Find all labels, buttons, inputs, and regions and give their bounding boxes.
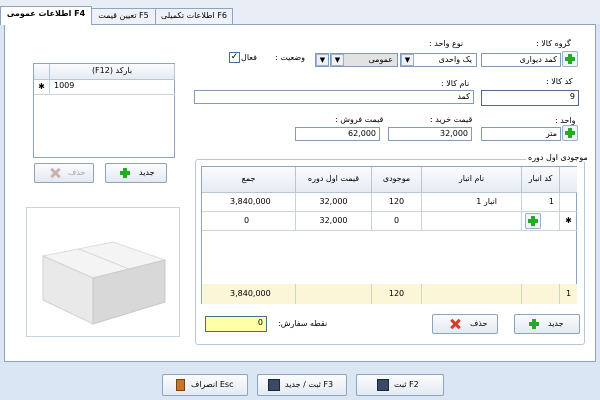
- sale-price-field[interactable]: 62,000: [295, 127, 380, 141]
- stock-cell[interactable]: 0: [372, 212, 422, 231]
- warehouse-name-cell[interactable]: [422, 212, 522, 231]
- item-group-label: گروه کالا :: [536, 39, 571, 48]
- sale-price-label: قیمت فروش :: [335, 115, 384, 124]
- plus-icon: [528, 216, 538, 226]
- unit-extra-dropdown[interactable]: ▼: [315, 53, 329, 67]
- add-item-group-button[interactable]: [562, 51, 578, 67]
- opening-inventory-title: موجودی اول دوره: [526, 153, 590, 162]
- warehouse-name-column-header: نام انبار: [422, 167, 522, 193]
- product-image: [26, 207, 180, 337]
- stock-column-header: موجودی: [372, 167, 422, 193]
- row-indicator: [560, 193, 577, 212]
- button-label: حذف: [470, 319, 488, 328]
- total-column-header: جمع: [202, 167, 296, 193]
- barcode-delete-button[interactable]: حذف: [34, 163, 94, 183]
- purchase-price-label: قیمت خرید :: [430, 115, 473, 124]
- stock-cell[interactable]: 120: [372, 193, 422, 212]
- unit-label: واحد :: [555, 116, 576, 125]
- footer-total: 3,840,000: [202, 284, 296, 304]
- tab-extra-info[interactable]: اطلاعات تکمیلی F6: [155, 8, 233, 24]
- barcode-new-button[interactable]: جدید: [105, 163, 167, 183]
- unit-type-select[interactable]: یک واحدی ▼: [400, 53, 477, 67]
- save-button[interactable]: ثبت F2: [356, 374, 444, 396]
- purchase-price-field[interactable]: 32,000: [388, 127, 472, 141]
- opening-price-cell[interactable]: 32,000: [296, 212, 372, 231]
- item-group-field[interactable]: کمد دیواری: [481, 53, 561, 67]
- inventory-delete-button[interactable]: حذف: [432, 314, 498, 334]
- unit-type-label: نوع واحد :: [429, 39, 464, 48]
- tab-label: اطلاعات عمومی F4: [6, 9, 86, 18]
- general-info-panel: گروه کالا : کمد دیواری نوع واحد : یک واح…: [4, 24, 596, 362]
- footer-cell: [422, 284, 522, 304]
- new-row-marker: ✱: [34, 80, 50, 95]
- button-label: جدید: [139, 168, 155, 177]
- item-name-label: نام کالا :: [441, 79, 470, 88]
- button-label: انصراف Esc: [191, 380, 234, 389]
- warehouse-code-cell[interactable]: [522, 212, 560, 231]
- save-new-button[interactable]: ثبت / جدید F3: [257, 374, 347, 396]
- inventory-new-button[interactable]: جدید: [514, 314, 580, 334]
- add-warehouse-button[interactable]: [525, 213, 541, 229]
- chevron-down-icon[interactable]: ▼: [401, 54, 414, 66]
- total-cell[interactable]: 3,840,000: [202, 193, 296, 212]
- unit-category-value: عمومی: [368, 55, 393, 64]
- reorder-point-label: نقطه سفارش:: [278, 319, 328, 328]
- item-name-field[interactable]: کمد: [194, 90, 474, 104]
- save-disk-icon: [268, 379, 280, 391]
- tab-bar: اطلاعات عمومی F4 تعیین قیمت F5 اطلاعات ت…: [0, 0, 600, 25]
- new-row-marker: ✱: [560, 212, 577, 231]
- footer-stock: 120: [372, 284, 422, 304]
- item-code-field[interactable]: 9: [481, 90, 579, 106]
- unit-type-value: یک واحدی: [438, 55, 472, 64]
- opening-price-column-header: قیمت اول دوره: [296, 167, 372, 193]
- plus-icon: [565, 54, 575, 64]
- exit-door-icon: [176, 379, 185, 391]
- footer-cell: [296, 284, 372, 304]
- warehouse-name-cell[interactable]: انبار 1: [422, 193, 522, 212]
- action-bar: انصراف Esc ثبت / جدید F3 ثبت F2: [0, 362, 600, 400]
- footer-cell: [522, 284, 560, 304]
- total-cell[interactable]: 0: [202, 212, 296, 231]
- footer-row-count: 1: [560, 284, 577, 304]
- reorder-point-field[interactable]: 0: [205, 316, 267, 332]
- opening-price-cell[interactable]: 32,000: [296, 193, 372, 212]
- plus-icon: [529, 319, 539, 329]
- item-code-label: کد کالا :: [546, 77, 573, 86]
- save-disk-icon: [377, 379, 389, 391]
- unit-field[interactable]: متر: [481, 127, 561, 141]
- row-indicator-header: [560, 167, 577, 193]
- tab-label: اطلاعات تکمیلی F6: [161, 11, 227, 20]
- opening-inventory-grid: جمع قیمت اول دوره موجودی نام انبار کد ان…: [201, 166, 577, 304]
- button-label: ثبت F2: [394, 380, 419, 389]
- plus-icon: [120, 168, 130, 178]
- box-image: [41, 241, 167, 325]
- tab-label: تعیین قیمت F5: [98, 11, 149, 20]
- status-label: وضعیت :: [275, 53, 306, 62]
- status-checkbox-label: فعال: [241, 53, 257, 62]
- cancel-button[interactable]: انصراف Esc: [162, 374, 248, 396]
- chevron-down-icon[interactable]: ▼: [331, 54, 344, 66]
- tab-pricing[interactable]: تعیین قیمت F5: [91, 8, 156, 24]
- button-label: حذف: [68, 168, 86, 177]
- warehouse-code-cell[interactable]: 1: [522, 193, 560, 212]
- delete-icon: [50, 168, 60, 178]
- button-label: ثبت / جدید F3: [285, 380, 334, 389]
- tab-general-info[interactable]: اطلاعات عمومی F4: [0, 6, 92, 25]
- chevron-down-icon[interactable]: ▼: [316, 54, 328, 66]
- row-indicator-header: [34, 64, 50, 80]
- barcode-grid: (F12) بارکد ✱ 1009: [33, 63, 175, 158]
- status-checkbox[interactable]: ✓: [229, 52, 240, 63]
- button-label: جدید: [548, 319, 564, 328]
- unit-category-select[interactable]: عمومی ▼: [330, 53, 398, 67]
- add-unit-button[interactable]: [562, 125, 578, 141]
- barcode-column-header: (F12) بارکد: [50, 64, 175, 80]
- warehouse-code-column-header: کد انبار: [522, 167, 560, 193]
- barcode-cell[interactable]: 1009: [50, 80, 175, 95]
- plus-icon: [565, 128, 575, 138]
- delete-icon: [450, 319, 460, 329]
